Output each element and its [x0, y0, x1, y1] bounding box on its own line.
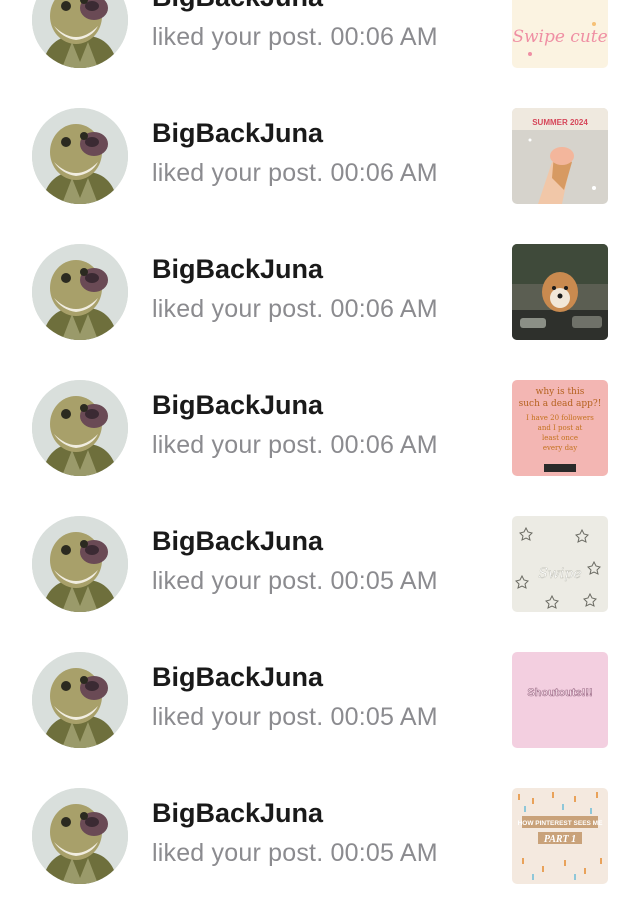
svg-text:such a dead app?!: such a dead app?!: [519, 399, 602, 409]
notification-text: liked your post. 00:06 AM: [152, 295, 438, 323]
sloth-avatar-icon: [32, 788, 128, 884]
post-thumbnail[interactable]: SUMMER 2024: [512, 108, 608, 204]
notification-text: liked your post. 00:05 AM: [152, 567, 438, 595]
summer-ice-cream-post-image: SUMMER 2024: [512, 108, 608, 204]
post-thumbnail[interactable]: Shoutouts!!!: [512, 652, 608, 748]
post-thumbnail[interactable]: HOW PINTEREST SEES ME PART 1: [512, 788, 608, 884]
notification-row[interactable]: BigBackJuna liked your post. 00:06 AM SU…: [0, 84, 640, 220]
post-thumbnail[interactable]: why is this such a dead app?! I have 20 …: [512, 380, 608, 476]
notification-row[interactable]: BigBackJuna liked your post. 00:06 AM Sw…: [0, 0, 640, 84]
notification-list: BigBackJuna liked your post. 00:06 AM Sw…: [0, 0, 640, 900]
notification-row[interactable]: BigBackJuna liked your post. 00:05 AM HO…: [0, 764, 640, 900]
sloth-avatar-icon: [32, 380, 128, 476]
notification-text: liked your post. 00:05 AM: [152, 839, 438, 867]
svg-text:Shoutouts!!!: Shoutouts!!!: [527, 687, 592, 699]
notification-row[interactable]: BigBackJuna liked your post. 00:06 AM wh…: [0, 356, 640, 492]
username[interactable]: BigBackJuna: [152, 116, 492, 150]
svg-text:why is this: why is this: [536, 387, 585, 397]
post-thumbnail[interactable]: Swipe cute: [512, 0, 608, 68]
user-avatar[interactable]: [32, 0, 128, 68]
dog-photo-post-image: [512, 244, 608, 340]
notification-text: liked your post. 00:06 AM: [152, 431, 438, 459]
notification-text: liked your post. 00:06 AM: [152, 159, 438, 187]
notification-row[interactable]: BigBackJuna liked your post. 00:05 AM Sw…: [0, 492, 640, 628]
user-avatar[interactable]: [32, 380, 128, 476]
username[interactable]: BigBackJuna: [152, 388, 492, 422]
notification-text: liked your post. 00:06 AM: [152, 23, 438, 51]
username[interactable]: BigBackJuna: [152, 796, 492, 830]
swipe-cute-post-image: Swipe cute: [512, 0, 608, 68]
user-avatar[interactable]: [32, 244, 128, 340]
stars-post-image: Swipe: [512, 516, 608, 612]
svg-text:least once: least once: [542, 434, 578, 442]
username[interactable]: BigBackJuna: [152, 0, 492, 14]
user-avatar[interactable]: [32, 516, 128, 612]
sloth-avatar-icon: [32, 516, 128, 612]
sloth-avatar-icon: [32, 244, 128, 340]
svg-text:and I post at: and I post at: [538, 424, 583, 432]
shoutouts-post-image: Shoutouts!!!: [512, 652, 608, 748]
user-avatar[interactable]: [32, 788, 128, 884]
svg-text:PART 1: PART 1: [544, 834, 576, 845]
dead-app-post-image: why is this such a dead app?! I have 20 …: [512, 380, 608, 476]
sloth-avatar-icon: [32, 108, 128, 204]
username[interactable]: BigBackJuna: [152, 660, 492, 694]
user-avatar[interactable]: [32, 108, 128, 204]
post-thumbnail[interactable]: Swipe: [512, 516, 608, 612]
svg-text:Swipe cute: Swipe cute: [512, 27, 607, 47]
sloth-avatar-icon: [32, 0, 128, 68]
notification-text: liked your post. 00:05 AM: [152, 703, 438, 731]
notification-row[interactable]: BigBackJuna liked your post. 00:05 AM Sh…: [0, 628, 640, 764]
user-avatar[interactable]: [32, 652, 128, 748]
post-thumbnail[interactable]: [512, 244, 608, 340]
svg-text:I have 20 followers: I have 20 followers: [526, 414, 594, 422]
svg-text:Swipe: Swipe: [538, 566, 581, 582]
username[interactable]: BigBackJuna: [152, 252, 492, 286]
username[interactable]: BigBackJuna: [152, 524, 492, 558]
notification-row[interactable]: BigBackJuna liked your post. 00:06 AM: [0, 220, 640, 356]
sloth-avatar-icon: [32, 652, 128, 748]
svg-text:SUMMER 2024: SUMMER 2024: [532, 118, 588, 127]
pinterest-post-image: HOW PINTEREST SEES ME PART 1: [512, 788, 608, 884]
svg-text:HOW PINTEREST SEES ME: HOW PINTEREST SEES ME: [518, 820, 604, 827]
svg-text:every day: every day: [543, 444, 577, 452]
